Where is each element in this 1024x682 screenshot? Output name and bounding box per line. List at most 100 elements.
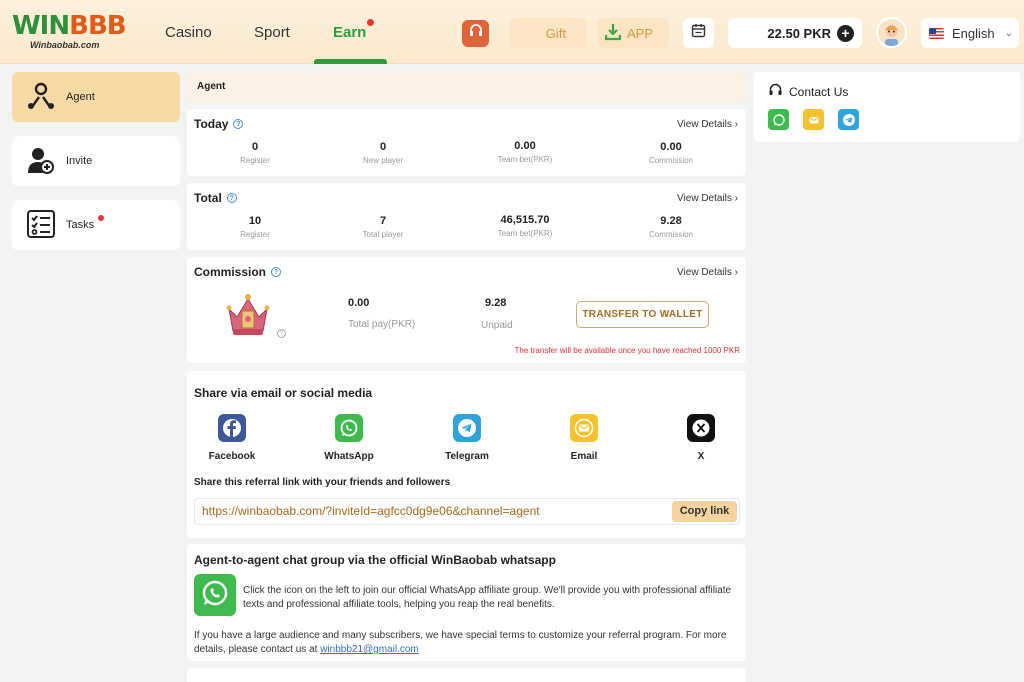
- share-facebook-button[interactable]: Facebook: [197, 414, 267, 462]
- share-email-button[interactable]: Email: [549, 414, 619, 462]
- logo-subtext: Winbaobab.com: [30, 40, 100, 50]
- stat-label: Commission: [648, 156, 693, 165]
- help-icon[interactable]: ?: [233, 119, 244, 129]
- stat-value: 0: [251, 141, 259, 153]
- social-label: Email: [570, 451, 598, 462]
- stat-team-bet: 0.00 Team bet(PKR): [470, 140, 580, 164]
- transfer-to-wallet-button[interactable]: TRANSFER TO WALLET: [576, 301, 709, 328]
- stat-total-player: 7 Total player: [328, 215, 438, 239]
- commission-title: Commission ?: [194, 265, 282, 279]
- stat-label: Team bet(PKR): [497, 155, 553, 164]
- help-icon[interactable]: ?: [277, 329, 286, 338]
- social-label: X: [697, 451, 705, 462]
- unpaid-value: 9.28: [485, 297, 507, 309]
- custom-terms-body: If you have a large audience and many su…: [194, 630, 727, 655]
- total-title-text: Total: [194, 191, 222, 205]
- contact-title-text: Contact Us: [789, 85, 849, 99]
- stat-new-player: 0 New player: [328, 141, 438, 165]
- top-header: WINBBB Winbaobab.com Casino Sport Earn G…: [0, 0, 1024, 64]
- stat-commission: 0.00 Commission: [616, 141, 726, 165]
- social-label: Facebook: [208, 451, 256, 462]
- tasks-notification-dot: [98, 215, 104, 221]
- total-title: Total ?: [194, 191, 237, 205]
- nav-sport[interactable]: Sport: [254, 24, 290, 41]
- nav-active-indicator: [314, 59, 387, 64]
- nav-casino[interactable]: Casino: [165, 24, 212, 41]
- gift-label: Gift: [545, 25, 566, 41]
- join-whatsapp-group-button[interactable]: [194, 574, 236, 616]
- us-flag-icon: [929, 27, 944, 39]
- commission-view-details-link[interactable]: View Details ›: [677, 267, 738, 278]
- calendar-button[interactable]: [683, 18, 714, 48]
- stat-value: 0.00: [514, 140, 536, 152]
- stat-value: 10: [248, 215, 262, 227]
- contact-title: Contact Us: [768, 83, 848, 101]
- commission-title-text: Commission: [194, 265, 267, 279]
- support-button[interactable]: [462, 20, 489, 47]
- referral-link-field[interactable]: https://winbaobab.com/?inviteId=agfcc0dg…: [194, 498, 740, 525]
- download-icon: [604, 23, 622, 44]
- calendar-icon: [691, 23, 706, 43]
- invite-icon: [26, 145, 56, 178]
- nav-earn[interactable]: Earn: [333, 24, 366, 41]
- sidebar-item-agent[interactable]: Agent: [12, 72, 180, 122]
- today-title: Today ?: [194, 117, 244, 131]
- contact-whatsapp-icon[interactable]: [768, 109, 789, 130]
- sidebar-item-tasks[interactable]: Tasks: [12, 200, 180, 250]
- telegram-icon: [453, 414, 481, 442]
- total-pay-label: Total pay(PKR): [348, 319, 416, 330]
- referral-link-text: https://winbaobab.com/?inviteId=agfcc0dg…: [202, 504, 540, 518]
- share-x-button[interactable]: X: [666, 414, 736, 462]
- chevron-down-icon: ⌄: [1004, 27, 1014, 39]
- commission-card: Commission ? View Details › ? 0.00 Total…: [187, 257, 746, 363]
- stat-team-bet: 46,515.70 Team bet(PKR): [470, 214, 580, 238]
- share-whatsapp-button[interactable]: WhatsApp: [314, 414, 384, 462]
- logo-text-b: BBB: [69, 11, 126, 41]
- sidebar-item-label: Tasks: [66, 219, 95, 231]
- stat-label: Register: [240, 156, 270, 165]
- logo[interactable]: WINBBB Winbaobab.com: [12, 12, 127, 54]
- contact-email-link[interactable]: winbbb21@gmail.com: [320, 644, 419, 655]
- user-avatar[interactable]: [876, 17, 907, 48]
- transfer-note: The transfer will be available once you …: [514, 346, 740, 355]
- tasks-icon: [26, 209, 56, 242]
- earn-notification-dot: [367, 19, 374, 26]
- copy-link-button[interactable]: Copy link: [672, 501, 737, 522]
- sidebar-item-invite[interactable]: Invite: [12, 136, 180, 186]
- help-icon[interactable]: ?: [226, 193, 237, 203]
- crown-icon: [223, 291, 273, 337]
- contact-card: Contact Us: [754, 72, 1020, 142]
- contact-telegram-icon[interactable]: [838, 109, 859, 130]
- stat-label: Total player: [362, 230, 404, 239]
- language-selector[interactable]: English ⌄: [921, 18, 1019, 48]
- headset-icon: [468, 23, 484, 44]
- chat-group-title: Agent-to-agent chat group via the offici…: [194, 553, 556, 567]
- balance-amount: 22.50 PKR: [767, 25, 831, 41]
- share-subtitle: Share this referral link with your frien…: [194, 477, 451, 488]
- sidebar-item-label: Agent: [66, 91, 95, 103]
- today-view-details-link[interactable]: View Details ›: [677, 119, 738, 130]
- stat-commission: 9.28 Commission: [616, 215, 726, 239]
- social-label: Telegram: [445, 451, 489, 462]
- stat-label: Team bet(PKR): [497, 229, 553, 238]
- total-view-details-link[interactable]: View Details ›: [677, 193, 738, 204]
- facebook-icon: [218, 414, 246, 442]
- email-icon: [570, 414, 598, 442]
- deposit-plus-icon[interactable]: +: [837, 24, 854, 42]
- whatsapp-icon: [335, 414, 363, 442]
- contact-email-icon[interactable]: [803, 109, 824, 130]
- app-download-button[interactable]: APP: [597, 18, 669, 48]
- share-telegram-button[interactable]: Telegram: [432, 414, 502, 462]
- gift-button[interactable]: Gift: [510, 18, 586, 48]
- sidebar-item-label: Invite: [66, 155, 93, 167]
- stat-value: 0: [379, 141, 387, 153]
- stat-value: 46,515.70: [500, 214, 550, 226]
- stat-value: 9.28: [660, 215, 682, 227]
- language-label: English: [952, 25, 995, 41]
- help-icon[interactable]: ?: [271, 267, 282, 277]
- agent-icon: [26, 81, 56, 114]
- chat-description: Click the icon on the left to join our o…: [243, 585, 732, 610]
- x-icon: [687, 414, 715, 442]
- next-card-partial: [187, 668, 746, 682]
- total-pay-value: 0.00: [348, 297, 370, 309]
